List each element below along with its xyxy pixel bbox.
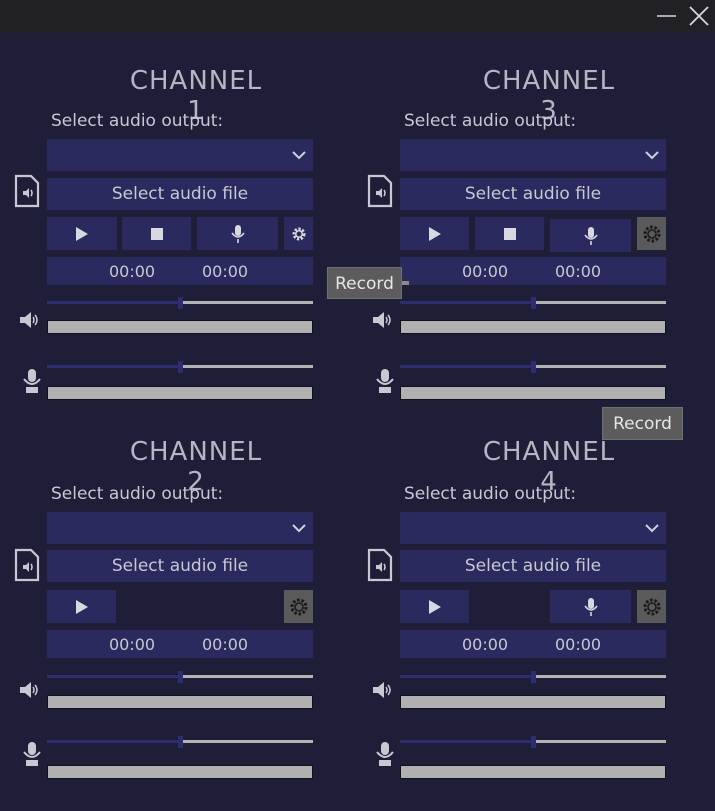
- close-icon[interactable]: [688, 5, 710, 27]
- mic-volume-slider[interactable]: [47, 736, 313, 748]
- settings-button[interactable]: [637, 590, 666, 623]
- mic-level-meter: [47, 765, 313, 779]
- play-button[interactable]: [47, 590, 116, 623]
- mic-slider-thumb[interactable]: [531, 361, 536, 373]
- channel-4-panel: CHANNEL 4 Select audio output: Select au…: [367, 437, 704, 811]
- volume-level-meter: [47, 695, 313, 709]
- microphone-icon: [376, 369, 394, 393]
- audio-output-label: Select audio output:: [51, 484, 224, 504]
- channel-1-panel: CHANNEL 1 Select audio output: Select au…: [14, 66, 351, 446]
- record-button[interactable]: [550, 590, 631, 623]
- gear-icon: [290, 598, 307, 615]
- volume-slider-thumb[interactable]: [178, 297, 183, 309]
- volume-slider-thumb[interactable]: [178, 671, 183, 683]
- stop-button[interactable]: [475, 217, 544, 250]
- volume-slider[interactable]: [400, 297, 666, 309]
- gear-icon: [643, 598, 660, 615]
- audio-file-icon: [367, 174, 393, 208]
- audio-output-dropdown[interactable]: [47, 512, 313, 544]
- channel-2-panel: CHANNEL 2 Select audio output: Select au…: [14, 437, 351, 811]
- audio-file-icon: [367, 548, 393, 582]
- select-audio-file-button[interactable]: Select audio file: [47, 550, 313, 582]
- audio-output-dropdown[interactable]: [400, 139, 666, 171]
- audio-output-label: Select audio output:: [51, 111, 224, 131]
- time-current: 00:00: [109, 635, 156, 654]
- volume-level-meter: [400, 695, 666, 709]
- record-tooltip: Record: [602, 407, 683, 440]
- mic-volume-slider[interactable]: [400, 736, 666, 748]
- time-total: 00:00: [555, 262, 602, 281]
- time-total: 00:00: [202, 635, 249, 654]
- audio-output-dropdown[interactable]: [47, 139, 313, 171]
- microphone-icon: [23, 369, 41, 393]
- time-current: 00:00: [109, 262, 156, 281]
- select-audio-file-button[interactable]: Select audio file: [47, 178, 313, 210]
- audio-output-dropdown[interactable]: [400, 512, 666, 544]
- mic-level-meter: [400, 765, 666, 779]
- time-display: 00:00 00:00: [400, 257, 666, 285]
- mic-level-meter: [47, 386, 313, 400]
- volume-slider-thumb[interactable]: [531, 671, 536, 683]
- volume-level-meter: [47, 320, 313, 334]
- channel-3-panel: CHANNEL 3 Select audio output: Select au…: [367, 66, 704, 446]
- title-bar: [0, 0, 715, 32]
- audio-output-label: Select audio output:: [404, 484, 577, 504]
- record-button[interactable]: [550, 219, 631, 252]
- volume-slider[interactable]: [47, 671, 313, 683]
- settings-button[interactable]: [284, 590, 313, 623]
- volume-level-meter: [400, 320, 666, 334]
- microphone-icon: [230, 224, 245, 243]
- select-audio-file-button[interactable]: Select audio file: [400, 550, 666, 582]
- chevron-down-icon: [645, 524, 659, 533]
- speaker-icon: [20, 682, 38, 698]
- time-display: 00:00 00:00: [47, 630, 313, 658]
- microphone-icon: [23, 742, 41, 766]
- mic-slider-thumb[interactable]: [178, 736, 183, 748]
- gear-icon: [292, 227, 305, 240]
- volume-slider[interactable]: [400, 671, 666, 683]
- volume-slider[interactable]: [47, 297, 313, 309]
- gear-icon: [643, 225, 660, 242]
- time-current: 00:00: [462, 262, 509, 281]
- chevron-down-icon: [292, 151, 306, 160]
- mic-volume-slider[interactable]: [400, 361, 666, 373]
- audio-file-icon: [14, 548, 40, 582]
- play-button[interactable]: [400, 217, 469, 250]
- play-button[interactable]: [47, 217, 117, 250]
- time-display: 00:00 00:00: [400, 630, 666, 658]
- audio-file-icon: [14, 174, 40, 208]
- play-icon: [75, 599, 88, 614]
- microphone-icon: [583, 226, 598, 245]
- audio-output-label: Select audio output:: [404, 111, 577, 131]
- mic-level-meter: [400, 386, 666, 400]
- mic-slider-thumb[interactable]: [531, 736, 536, 748]
- stop-icon: [503, 227, 516, 240]
- microphone-icon: [583, 597, 598, 616]
- minimize-icon[interactable]: [656, 5, 678, 27]
- microphone-icon: [376, 742, 394, 766]
- play-icon: [428, 599, 441, 614]
- time-total: 00:00: [202, 262, 249, 281]
- time-current: 00:00: [462, 635, 509, 654]
- time-total: 00:00: [555, 635, 602, 654]
- play-button[interactable]: [400, 590, 469, 623]
- speaker-icon: [20, 312, 38, 328]
- record-button[interactable]: [197, 217, 278, 250]
- speaker-icon: [373, 312, 391, 328]
- play-icon: [76, 226, 88, 241]
- record-tooltip: Record: [327, 267, 409, 299]
- volume-slider-thumb[interactable]: [531, 297, 536, 309]
- select-audio-file-button[interactable]: Select audio file: [400, 178, 666, 210]
- stop-icon: [150, 227, 163, 240]
- mic-volume-slider[interactable]: [47, 361, 313, 373]
- stop-button[interactable]: [122, 217, 191, 250]
- mic-slider-thumb[interactable]: [178, 361, 183, 373]
- chevron-down-icon: [292, 524, 306, 533]
- time-display: 00:00 00:00: [47, 257, 313, 285]
- play-icon: [428, 226, 441, 241]
- settings-button[interactable]: [284, 217, 313, 250]
- speaker-icon: [373, 682, 391, 698]
- settings-button[interactable]: [637, 217, 666, 250]
- chevron-down-icon: [645, 151, 659, 160]
